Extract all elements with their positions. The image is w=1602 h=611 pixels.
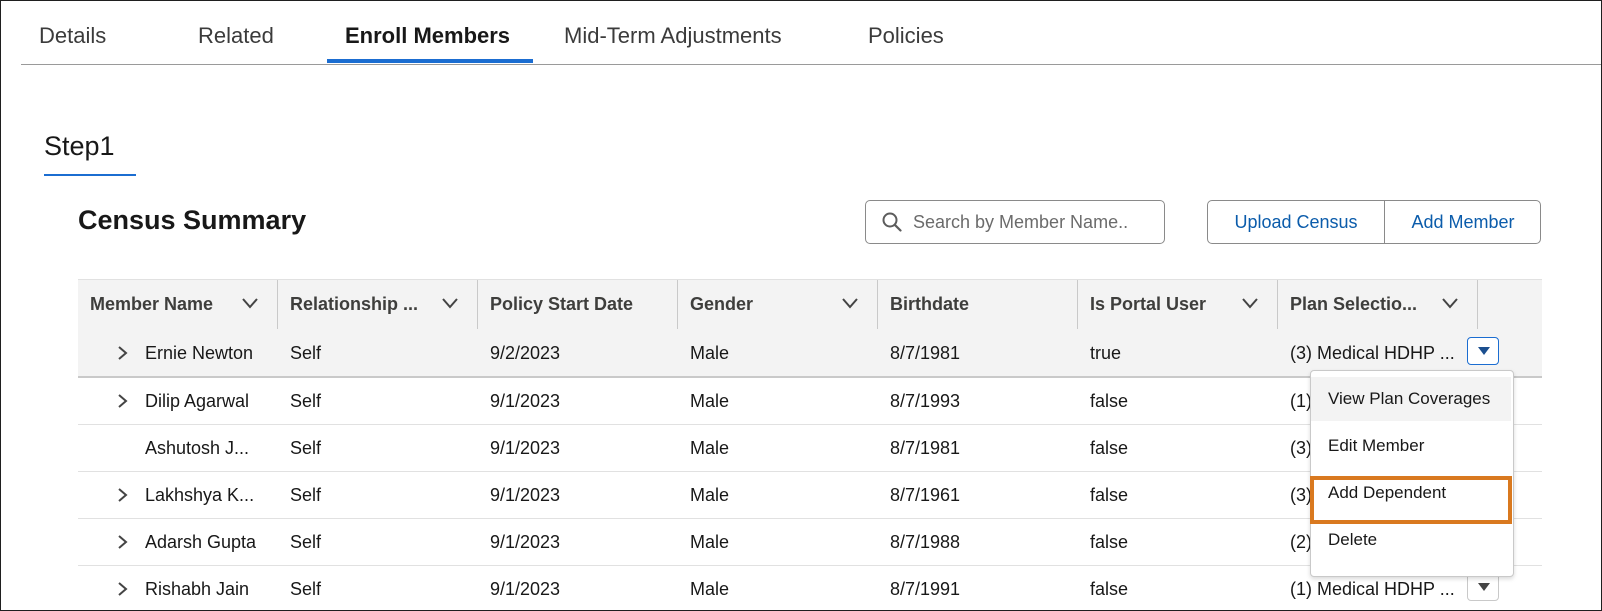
portal-user-cell: false [1090,532,1129,552]
policy-start-date-cell: 9/1/2023 [490,485,561,505]
menu-item-view-plan-coverages[interactable]: View Plan Coverages [1311,377,1511,421]
plan-selection-cell: (3) Medical HDHP ... [1290,343,1455,363]
table-header: Member Name Relationship ... Policy Star… [78,279,1542,331]
column-label: Relationship ... [290,294,419,314]
row-actions-menu: View Plan Coverages Edit Member Add Depe… [1310,370,1514,577]
column-header-relationship[interactable]: Relationship ... [278,280,478,329]
policy-start-date-cell: 9/2/2023 [490,343,561,363]
row-actions-button[interactable] [1467,337,1499,365]
plan-selection-cell: (3) [1290,485,1312,505]
step-underline [44,174,136,176]
column-header-is-portal-user[interactable]: Is Portal User [1078,280,1278,329]
portal-user-cell: false [1090,579,1129,599]
chevron-right-icon[interactable] [116,534,128,550]
chevron-right-icon[interactable] [116,487,128,503]
birthdate-cell: 8/7/1993 [890,391,961,411]
plan-selection-cell: (3) [1290,438,1312,458]
tab-policies[interactable]: Policies [868,23,944,49]
menu-item-label: Add Dependent [1328,483,1447,502]
birthdate-cell: 8/7/1981 [890,438,961,458]
relationship-cell: Self [290,579,322,599]
portal-user-cell: false [1090,485,1129,505]
chevron-down-icon[interactable] [441,296,459,310]
census-summary-title: Census Summary [78,205,307,235]
plan-selection-cell: (2) [1290,532,1312,552]
column-header-policy-start-date[interactable]: Policy Start Date [478,280,678,329]
upload-census-button[interactable]: Upload Census [1208,201,1384,243]
gender-cell: Male [690,438,730,458]
member-name-cell: Rishabh Jain [145,579,250,599]
member-name-cell: Dilip Agarwal [145,391,250,411]
plan-selection-cell: (1) Medical HDHP ... [1290,579,1455,599]
relationship-cell: Self [290,532,322,552]
policy-start-date-cell: 9/1/2023 [490,438,561,458]
chevron-down-icon[interactable] [1241,296,1259,310]
gender-cell: Male [690,579,730,599]
tab-bar: Details Related Enroll Members Mid-Term … [21,1,1601,65]
caret-down-icon [1478,347,1490,355]
page-frame: Details Related Enroll Members Mid-Term … [0,0,1602,611]
policy-start-date-cell: 9/1/2023 [490,579,561,599]
policy-start-date-cell: 9/1/2023 [490,391,561,411]
active-tab-indicator [327,59,533,63]
chevron-down-icon[interactable] [241,296,259,310]
member-search-input[interactable]: Search by Member Name.. [865,200,1165,244]
member-name-cell: Adarsh Gupta [145,532,257,552]
gender-cell: Male [690,343,730,363]
member-name-cell: Ashutosh J... [145,438,250,458]
portal-user-cell: true [1090,343,1122,363]
column-header-member-name[interactable]: Member Name [78,280,278,329]
column-label: Birthdate [890,294,970,314]
tab-details[interactable]: Details [39,23,106,49]
member-name-cell: Lakhshya K... [145,485,255,505]
column-label: Is Portal User [1090,294,1207,314]
gender-cell: Male [690,532,730,552]
row-actions-button[interactable] [1467,573,1499,601]
chevron-down-icon[interactable] [1441,296,1459,310]
chevron-right-icon[interactable] [116,581,128,597]
menu-item-add-dependent[interactable]: Add Dependent [1311,471,1511,515]
menu-item-edit-member[interactable]: Edit Member [1311,424,1511,468]
menu-item-label: Delete [1328,530,1378,549]
portal-user-cell: false [1090,391,1129,411]
gender-cell: Male [690,485,730,505]
column-label: Plan Selectio... [1290,294,1418,314]
relationship-cell: Self [290,391,322,411]
tab-enroll-members[interactable]: Enroll Members [345,23,510,49]
birthdate-cell: 8/7/1991 [890,579,961,599]
chevron-down-icon[interactable] [841,296,859,310]
relationship-cell: Self [290,438,322,458]
relationship-cell: Self [290,343,322,363]
add-member-button[interactable]: Add Member [1384,201,1540,243]
birthdate-cell: 8/7/1988 [890,532,961,552]
portal-user-cell: false [1090,438,1129,458]
chevron-right-icon[interactable] [116,345,128,361]
search-placeholder: Search by Member Name.. [913,212,1129,232]
member-name-cell: Ernie Newton [145,343,254,363]
policy-start-date-cell: 9/1/2023 [490,532,561,552]
column-header-plan-selection[interactable]: Plan Selectio... [1278,280,1478,329]
menu-item-delete[interactable]: Delete [1311,518,1511,562]
column-label: Member Name [90,294,214,314]
tab-mid-term-adjustments[interactable]: Mid-Term Adjustments [564,23,782,49]
menu-item-label: Edit Member [1328,436,1425,455]
birthdate-cell: 8/7/1981 [890,343,961,363]
birthdate-cell: 8/7/1961 [890,485,961,505]
tab-related[interactable]: Related [198,23,274,49]
gender-cell: Male [690,391,730,411]
caret-down-icon [1478,583,1490,591]
relationship-cell: Self [290,485,322,505]
column-header-birthdate[interactable]: Birthdate [878,280,1078,329]
menu-item-label: View Plan Coverages [1328,389,1491,408]
step-title: Step1 [44,131,115,161]
chevron-right-icon[interactable] [116,393,128,409]
column-label: Gender [690,294,754,314]
column-label: Policy Start Date [490,294,634,314]
census-actions: Upload Census Add Member [1207,200,1541,244]
search-icon [882,212,902,232]
column-header-gender[interactable]: Gender [678,280,878,329]
